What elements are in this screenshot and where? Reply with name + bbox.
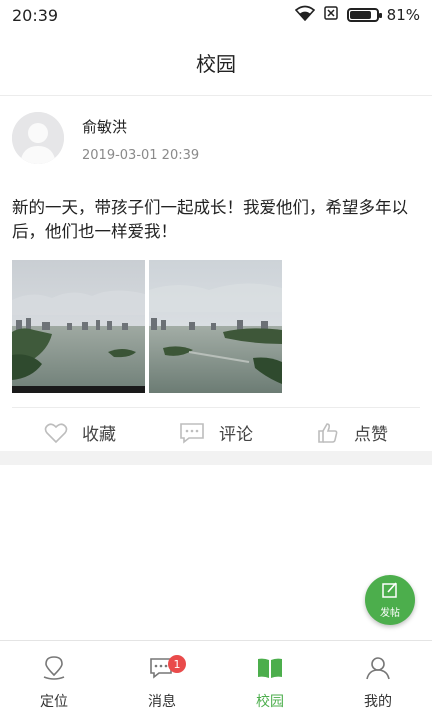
status-icons: 81% xyxy=(294,5,420,25)
post-text: 新的一天，带孩子们一起成长！我爱他们，希望多年以后，他们也一样爱我！ xyxy=(12,198,408,241)
tab-messages-label: 消息 xyxy=(148,694,176,710)
status-bar: 20:39 81% xyxy=(0,0,432,30)
section-divider xyxy=(0,451,432,465)
tab-profile[interactable]: 我的 xyxy=(324,641,432,720)
comment-button[interactable]: 评论 xyxy=(148,420,284,445)
like-label: 点赞 xyxy=(354,425,388,445)
tab-messages[interactable]: 1 消息 xyxy=(108,641,216,720)
comment-icon xyxy=(179,422,205,444)
battery-percent: 81% xyxy=(386,6,420,24)
tab-location[interactable]: 定位 xyxy=(0,641,108,720)
tab-location-label: 定位 xyxy=(40,694,68,710)
heart-icon xyxy=(44,422,68,444)
person-icon xyxy=(365,655,391,685)
unread-badge: 1 xyxy=(168,655,186,673)
post-card[interactable]: 俞敏洪 2019-03-01 20:39 新的一天，带孩子们一起成长！我爱他们，… xyxy=(0,96,432,457)
edit-icon xyxy=(381,581,399,603)
sim-off-icon xyxy=(323,5,339,25)
new-post-label: 发帖 xyxy=(380,608,400,619)
favorite-button[interactable]: 收藏 xyxy=(12,420,148,445)
thumb-up-icon xyxy=(316,421,340,445)
battery-icon xyxy=(346,8,382,22)
post-photo[interactable] xyxy=(149,260,282,393)
tab-campus-label: 校园 xyxy=(256,694,284,710)
post-time: 2019-03-01 20:39 xyxy=(82,148,200,163)
post-author[interactable]: 俞敏洪 xyxy=(82,116,127,137)
comment-label: 评论 xyxy=(219,425,253,445)
avatar[interactable] xyxy=(12,112,64,164)
wifi-icon xyxy=(294,5,315,25)
post-photos xyxy=(0,260,432,393)
post-header: 俞敏洪 2019-03-01 20:39 xyxy=(0,96,432,178)
page-title: 校园 xyxy=(196,52,236,76)
favorite-label: 收藏 xyxy=(82,425,116,445)
location-icon xyxy=(41,655,67,685)
bottom-tab-bar: 定位 1 消息 校园 我的 xyxy=(0,640,432,720)
tab-campus[interactable]: 校园 xyxy=(216,641,324,720)
new-post-button[interactable]: 发帖 xyxy=(365,575,415,625)
tab-profile-label: 我的 xyxy=(364,694,392,710)
battery-level xyxy=(349,11,371,19)
post-photo[interactable] xyxy=(12,260,145,393)
post-actions: 收藏 评论 点赞 xyxy=(12,407,420,457)
book-icon xyxy=(257,655,283,685)
status-time: 20:39 xyxy=(12,5,59,25)
page-header: 校园 xyxy=(0,30,432,96)
like-button[interactable]: 点赞 xyxy=(284,420,420,445)
